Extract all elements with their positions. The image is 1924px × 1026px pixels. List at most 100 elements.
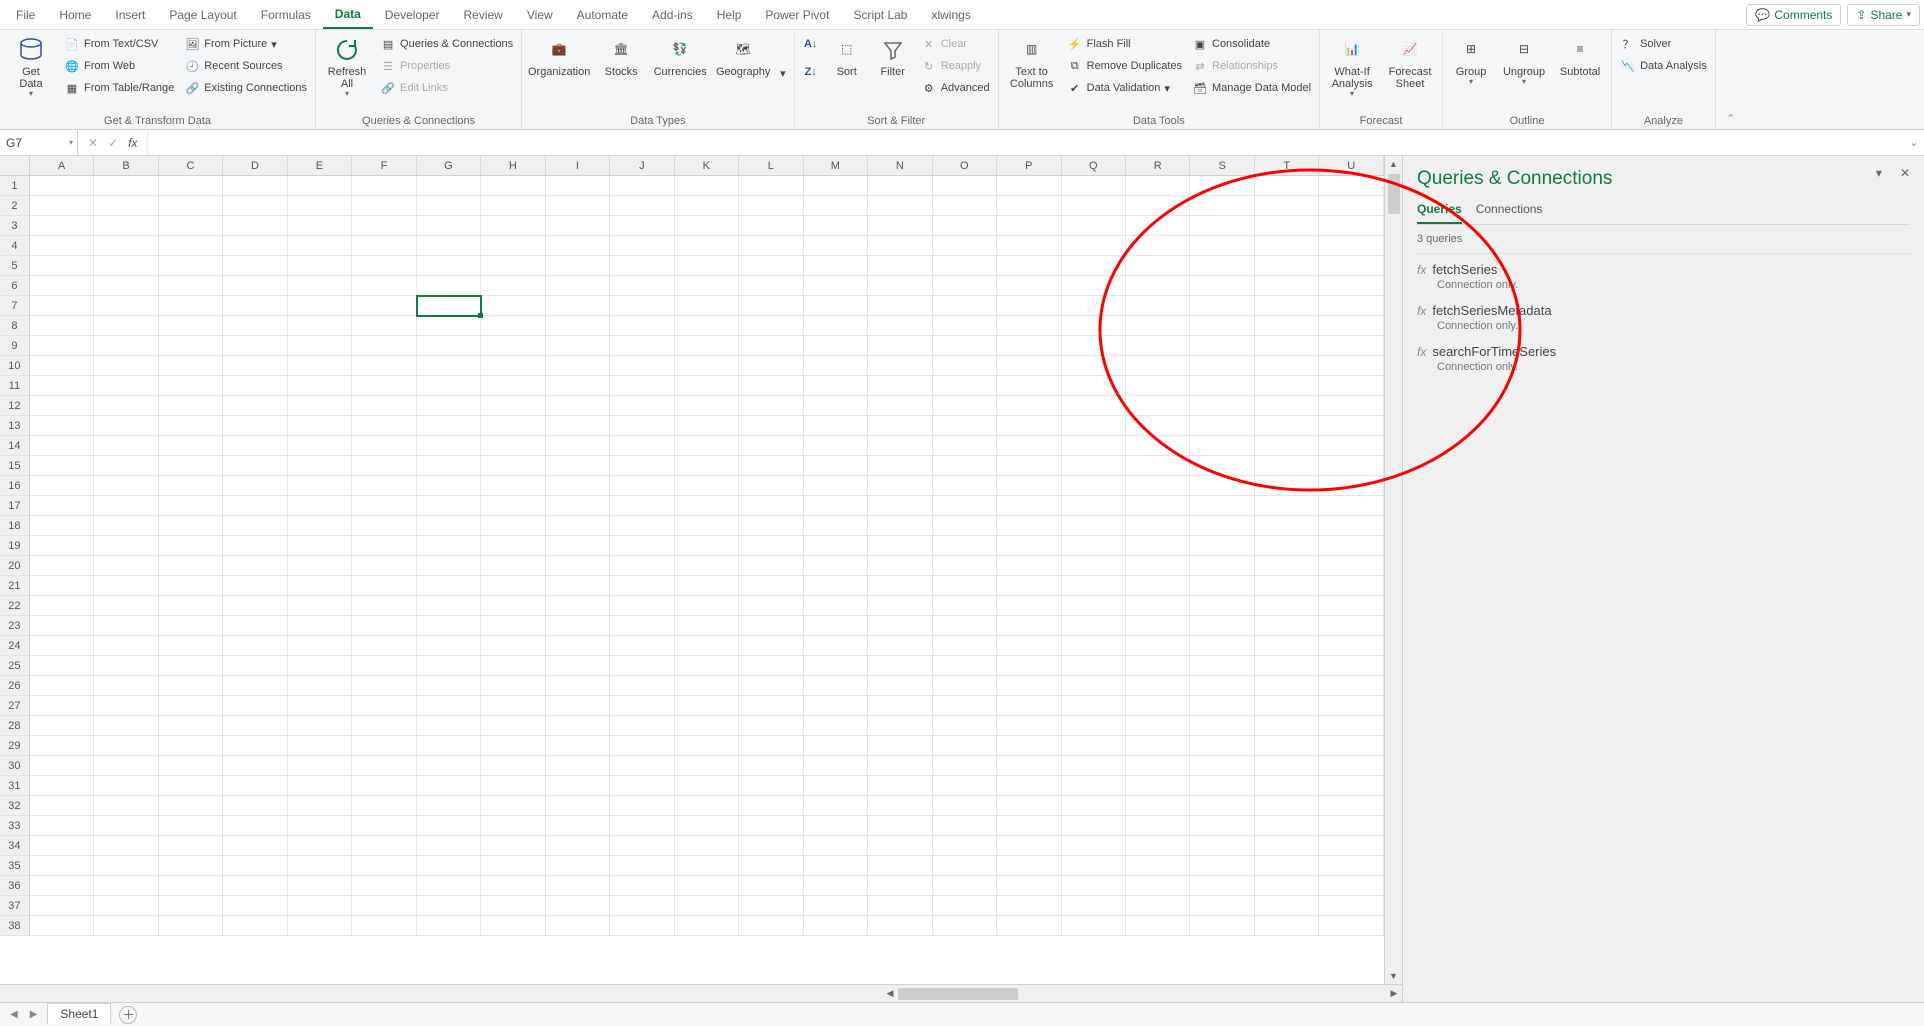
cell[interactable] — [417, 736, 481, 756]
cell[interactable] — [1319, 296, 1383, 316]
cell[interactable] — [1319, 176, 1383, 196]
cell[interactable] — [739, 916, 803, 936]
cell[interactable] — [997, 676, 1061, 696]
cell[interactable] — [1255, 576, 1319, 596]
cell[interactable] — [1190, 876, 1254, 896]
cell[interactable] — [223, 556, 287, 576]
cell[interactable] — [739, 776, 803, 796]
from-web-button[interactable]: 🌐From Web — [62, 56, 176, 76]
cell[interactable] — [997, 356, 1061, 376]
cell[interactable] — [546, 316, 610, 336]
cell[interactable] — [1062, 696, 1126, 716]
cell[interactable] — [288, 756, 352, 776]
cell[interactable] — [481, 736, 545, 756]
cell[interactable] — [868, 516, 932, 536]
cell[interactable] — [1126, 516, 1190, 536]
cell[interactable] — [1190, 816, 1254, 836]
cell[interactable] — [94, 416, 158, 436]
cell[interactable] — [288, 896, 352, 916]
scroll-down-icon[interactable]: ▼ — [1389, 968, 1398, 984]
cell[interactable] — [610, 176, 674, 196]
cell[interactable] — [997, 496, 1061, 516]
cell[interactable] — [481, 476, 545, 496]
cell[interactable] — [1319, 736, 1383, 756]
cell[interactable] — [1255, 536, 1319, 556]
cell[interactable] — [739, 196, 803, 216]
cell[interactable] — [1062, 836, 1126, 856]
enter-icon[interactable]: ✓ — [108, 136, 118, 150]
cell[interactable] — [30, 596, 94, 616]
cell[interactable] — [94, 596, 158, 616]
cell[interactable] — [1062, 916, 1126, 936]
cell[interactable] — [288, 496, 352, 516]
remove-duplicates-button[interactable]: ⧉Remove Duplicates — [1065, 56, 1184, 76]
cell[interactable] — [675, 376, 739, 396]
cell[interactable] — [288, 696, 352, 716]
cell[interactable] — [546, 456, 610, 476]
row-header[interactable]: 17 — [0, 496, 30, 516]
cell[interactable] — [223, 276, 287, 296]
cell[interactable] — [352, 356, 416, 376]
cell[interactable] — [159, 456, 223, 476]
cell[interactable] — [159, 836, 223, 856]
column-header[interactable]: S — [1190, 156, 1254, 175]
cell[interactable] — [1190, 316, 1254, 336]
cell[interactable] — [739, 356, 803, 376]
cell[interactable] — [1126, 536, 1190, 556]
cell[interactable] — [1255, 176, 1319, 196]
cell[interactable] — [997, 876, 1061, 896]
column-header[interactable]: P — [997, 156, 1061, 175]
cell[interactable] — [804, 196, 868, 216]
cell[interactable] — [933, 816, 997, 836]
cell[interactable] — [804, 616, 868, 636]
cell[interactable] — [868, 396, 932, 416]
fx-icon[interactable]: fx — [128, 136, 137, 150]
add-sheet-button[interactable]: ＋ — [119, 1006, 137, 1024]
cell[interactable] — [868, 656, 932, 676]
cell[interactable] — [804, 916, 868, 936]
cell[interactable] — [223, 876, 287, 896]
cell[interactable] — [1062, 856, 1126, 876]
column-header[interactable]: E — [288, 156, 352, 175]
cell[interactable] — [1062, 756, 1126, 776]
row-header[interactable]: 33 — [0, 816, 30, 836]
cell[interactable] — [30, 856, 94, 876]
cell[interactable] — [997, 456, 1061, 476]
cell[interactable] — [675, 256, 739, 276]
cell[interactable] — [1255, 636, 1319, 656]
cell[interactable] — [30, 416, 94, 436]
cell[interactable] — [1255, 696, 1319, 716]
cell[interactable] — [481, 296, 545, 316]
cell[interactable] — [1126, 336, 1190, 356]
cell[interactable] — [675, 216, 739, 236]
cell[interactable] — [804, 776, 868, 796]
cell[interactable] — [1190, 476, 1254, 496]
cell[interactable] — [546, 716, 610, 736]
cell[interactable] — [933, 916, 997, 936]
cell[interactable] — [1126, 236, 1190, 256]
cell[interactable] — [223, 176, 287, 196]
cell[interactable] — [1190, 596, 1254, 616]
cell[interactable] — [223, 856, 287, 876]
row-header[interactable]: 18 — [0, 516, 30, 536]
cell[interactable] — [288, 596, 352, 616]
column-header[interactable]: T — [1255, 156, 1319, 175]
cell[interactable] — [94, 796, 158, 816]
cell[interactable] — [610, 856, 674, 876]
cell[interactable] — [1126, 576, 1190, 596]
forecast-sheet-button[interactable]: 📈 Forecast Sheet — [1384, 34, 1436, 92]
cell[interactable] — [481, 496, 545, 516]
cell[interactable] — [159, 816, 223, 836]
tab-data[interactable]: Data — [323, 1, 373, 29]
cell[interactable] — [481, 676, 545, 696]
cell[interactable] — [1255, 836, 1319, 856]
column-header[interactable]: A — [30, 156, 94, 175]
cell[interactable] — [352, 336, 416, 356]
cell[interactable] — [159, 476, 223, 496]
cell[interactable] — [1319, 776, 1383, 796]
cell[interactable] — [868, 916, 932, 936]
scroll-up-icon[interactable]: ▲ — [1389, 156, 1398, 172]
cell[interactable] — [546, 256, 610, 276]
cell[interactable] — [1190, 296, 1254, 316]
cell[interactable] — [94, 816, 158, 836]
